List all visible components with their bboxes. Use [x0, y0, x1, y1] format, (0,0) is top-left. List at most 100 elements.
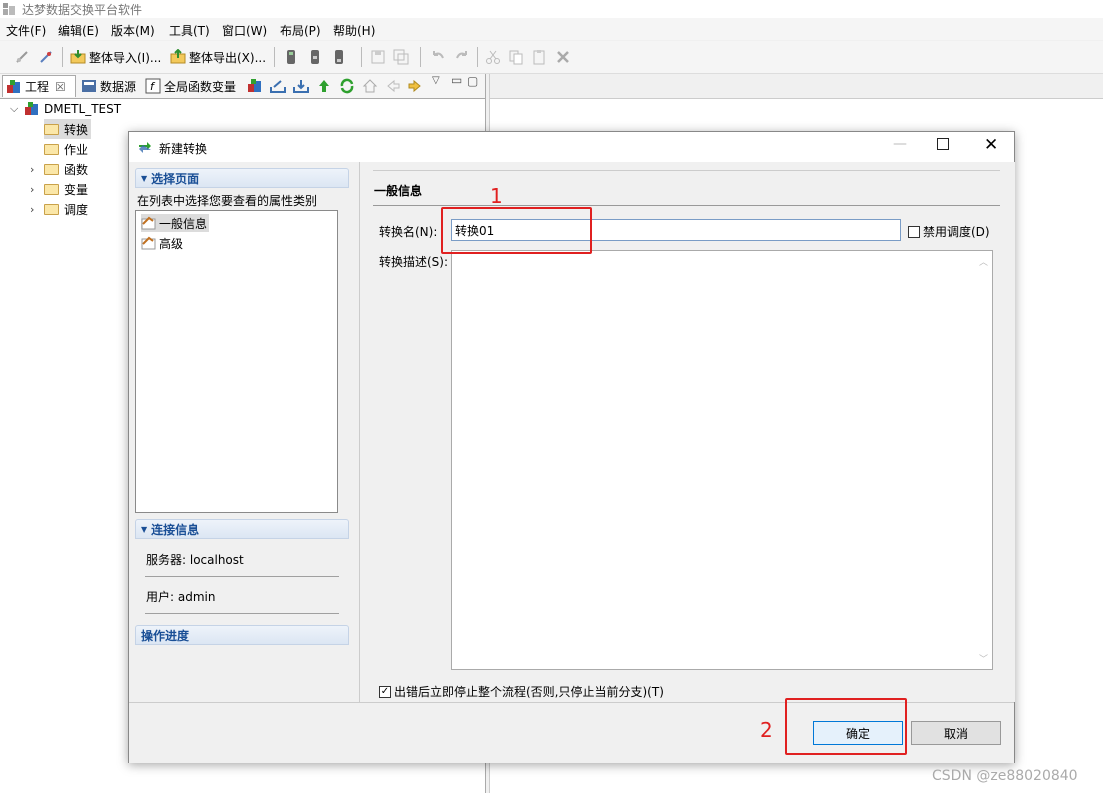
- menu-tools[interactable]: 工具(T): [169, 22, 210, 39]
- up-arrow-icon[interactable]: [316, 78, 332, 97]
- copy-icon[interactable]: [508, 47, 524, 67]
- tree-item-schedule[interactable]: › 调度: [30, 199, 88, 219]
- app-title-bar: 达梦数据交换平台软件: [0, 0, 1103, 18]
- stop-on-error-checkbox[interactable]: ✓ 出错后立即停止整个流程(否则,只停止当前分支)(T): [379, 683, 664, 700]
- chevron-right-icon[interactable]: ›: [30, 183, 44, 196]
- import-tray-icon[interactable]: [293, 78, 309, 97]
- property-icon: [141, 216, 156, 230]
- tree-item-variable[interactable]: › 变量: [30, 179, 88, 199]
- minimize-icon[interactable]: ▭: [451, 73, 462, 87]
- divider: [145, 613, 339, 614]
- folder-icon: [44, 143, 59, 155]
- folder-icon: [44, 123, 59, 135]
- disconnect-icon[interactable]: [38, 47, 54, 67]
- view-menu-icon[interactable]: ▽: [432, 75, 440, 86]
- project-icon: [7, 79, 20, 93]
- description-textarea[interactable]: ︿ ﹀: [451, 250, 993, 670]
- dialog-close-icon[interactable]: ✕: [984, 135, 998, 155]
- app-logo-icon: [2, 2, 16, 16]
- server-label: 服务器: localhost: [146, 553, 244, 567]
- tree-item-transform[interactable]: 转换: [44, 119, 92, 139]
- home-icon[interactable]: [362, 78, 378, 97]
- menu-help[interactable]: 帮助(H): [333, 22, 375, 39]
- project-icon: [25, 102, 38, 115]
- new-project-icon[interactable]: [247, 78, 263, 97]
- app-title: 达梦数据交换平台软件: [22, 3, 143, 17]
- name-label: 转换名(N):: [379, 225, 438, 239]
- save-icon[interactable]: [370, 47, 386, 67]
- save-all-icon[interactable]: [393, 47, 409, 67]
- undo-icon[interactable]: [430, 47, 446, 67]
- divider: [373, 205, 1000, 206]
- chevron-right-icon[interactable]: ›: [30, 203, 44, 216]
- tab-project[interactable]: 工程 ☒: [2, 75, 76, 97]
- menu-bar: 文件(F) 编辑(E) 版本(M) 工具(T) 窗口(W) 布局(P) 帮助(H…: [0, 18, 1103, 40]
- scroll-up-icon[interactable]: ︿: [979, 255, 988, 268]
- annotation-number-2: 2: [760, 718, 773, 742]
- chevron-down-icon: ▼: [141, 524, 148, 534]
- tab-datasource[interactable]: 数据源: [78, 75, 140, 97]
- maximize-icon[interactable]: ▢: [467, 74, 478, 88]
- chevron-down-icon: ▼: [141, 173, 148, 183]
- menu-version[interactable]: 版本(M): [111, 22, 155, 39]
- annotation-box-2: [785, 698, 907, 755]
- menu-window[interactable]: 窗口(W): [222, 22, 267, 39]
- back-arrow-icon[interactable]: [385, 78, 401, 97]
- cut-icon[interactable]: [485, 47, 501, 67]
- scroll-down-icon[interactable]: ﹀: [979, 652, 988, 665]
- transform-icon: [137, 139, 153, 158]
- conn-info-header[interactable]: ▼ 连接信息: [135, 519, 349, 539]
- delete-icon[interactable]: [555, 47, 571, 67]
- menu-edit[interactable]: 编辑(E): [58, 22, 99, 39]
- dialog-nav-pane: ▼ 选择页面 在列表中选择您要查看的属性类别 一般信息 高级 ▼ 连接信息 服务…: [135, 166, 349, 698]
- db-icon-2[interactable]: [307, 47, 323, 67]
- export-tray-icon[interactable]: [270, 78, 286, 97]
- paste-icon[interactable]: [531, 47, 547, 67]
- checkbox-box[interactable]: [908, 225, 920, 238]
- dialog-title-bar: 新建转换 — ✕: [129, 132, 1014, 162]
- tree-item-job[interactable]: 作业: [44, 139, 88, 159]
- db-icon-1[interactable]: [283, 47, 299, 67]
- description-label: 转换描述(S):: [379, 255, 449, 269]
- chevron-right-icon[interactable]: ›: [30, 163, 44, 176]
- check-icon[interactable]: ✓: [379, 685, 391, 698]
- dialog-minimize-icon: —: [893, 136, 907, 152]
- divider: [145, 576, 339, 577]
- property-icon: [141, 236, 156, 250]
- disable-schedule-checkbox[interactable]: 禁用调度(D): [908, 223, 990, 240]
- dialog-title: 新建转换: [159, 142, 208, 156]
- datasource-icon: [82, 80, 96, 92]
- dialog-maximize-icon[interactable]: [937, 138, 949, 150]
- tree-root[interactable]: ⌵ DMETL_TEST: [10, 99, 121, 119]
- watermark: CSDN @ze88020840: [932, 768, 1078, 784]
- redo-icon[interactable]: [454, 47, 470, 67]
- select-page-hint: 在列表中选择您要查看的属性类别: [137, 194, 318, 208]
- tree-item-function[interactable]: › 函数: [30, 159, 88, 179]
- select-page-header[interactable]: ▼ 选择页面: [135, 168, 349, 188]
- page-list: 一般信息 高级: [135, 210, 338, 513]
- folder-icon: [44, 163, 59, 175]
- page-item-general[interactable]: 一般信息: [141, 214, 210, 232]
- editor-header: [490, 74, 1103, 99]
- progress-header[interactable]: 操作进度: [135, 625, 349, 645]
- folder-icon: [44, 183, 59, 195]
- close-tab-icon[interactable]: ☒: [55, 80, 66, 94]
- chevron-down-icon[interactable]: ⌵: [10, 102, 24, 116]
- page-item-advanced[interactable]: 高级: [141, 234, 183, 252]
- function-icon: f: [145, 78, 161, 94]
- tab-global-vars[interactable]: f 全局函数变量: [142, 75, 240, 97]
- folder-icon: [44, 203, 59, 215]
- panel-tab-row: 工程 ☒ 数据源 f 全局函数变量 ▽ ▭ ▢: [0, 73, 485, 99]
- menu-file[interactable]: 文件(F): [6, 22, 46, 39]
- annotation-number-1: 1: [490, 184, 503, 208]
- cancel-button[interactable]: 取消: [911, 721, 1001, 745]
- forward-arrow-icon[interactable]: [407, 78, 423, 97]
- refresh-icon[interactable]: [339, 78, 355, 97]
- import-all-button[interactable]: 整体导入(I)...: [70, 47, 161, 67]
- connect-icon[interactable]: [14, 47, 30, 67]
- db-icon-3[interactable]: [331, 47, 347, 67]
- export-all-button[interactable]: 整体导出(X)...: [170, 47, 266, 67]
- folder-import-icon: [70, 50, 86, 64]
- menu-layout[interactable]: 布局(P): [280, 22, 321, 39]
- section-title: 一般信息: [374, 184, 423, 198]
